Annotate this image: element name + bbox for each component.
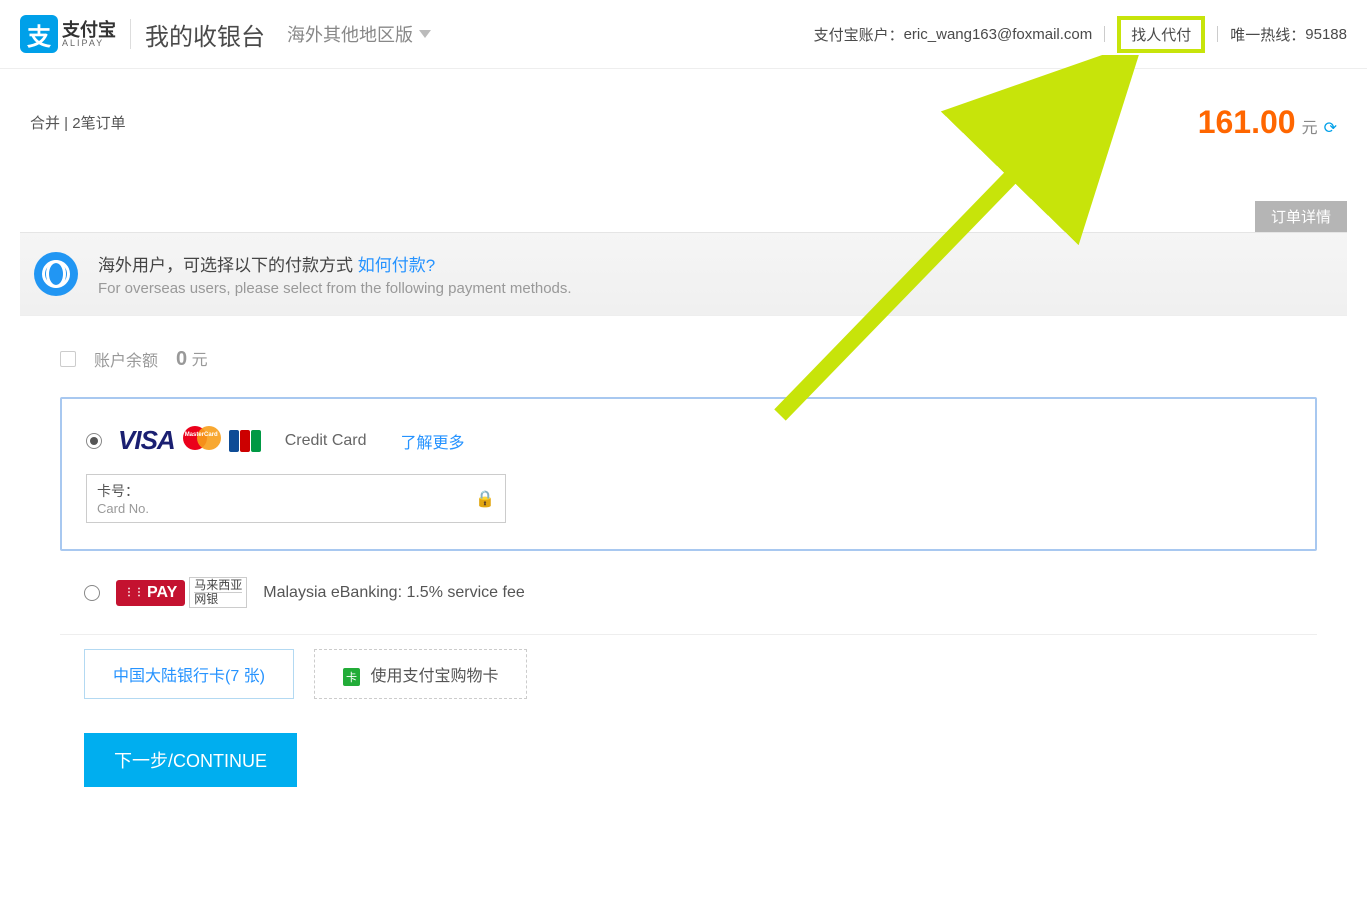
find-someone-pay-link[interactable]: 找人代付: [1117, 16, 1205, 53]
credit-card-radio[interactable]: [86, 433, 102, 449]
separator: [1217, 26, 1218, 42]
merged-orders-label: 合并 | 2笔订单: [30, 112, 126, 133]
balance-unit: 元: [192, 352, 208, 369]
order-summary-row: 合并 | 2笔订单 161.00 元 ⟳: [20, 69, 1347, 151]
overseas-text-en: For overseas users, please select from t…: [98, 280, 572, 297]
mypay-logo: ⋮⋮PAY 马来西亚网银: [116, 577, 247, 608]
visa-logo: VISA: [118, 425, 175, 456]
refresh-icon[interactable]: ⟳: [1324, 118, 1337, 138]
hotline-label: 唯一热线：: [1230, 24, 1305, 45]
mainland-card-button[interactable]: 中国大陆银行卡(7 张): [84, 649, 294, 699]
how-to-pay-link[interactable]: 如何付款?: [358, 256, 435, 275]
logo-cn: 支付宝: [62, 21, 116, 39]
account-email: eric_wang163@foxmail.com: [904, 26, 1093, 43]
learn-more-link[interactable]: 了解更多: [401, 429, 465, 453]
header: 支 支付宝 ALIPAY 我的收银台 海外其他地区版 支付宝账户： eric_w…: [0, 0, 1367, 69]
page-title: 我的收银台: [145, 17, 265, 52]
balance-value: 0: [176, 348, 187, 370]
balance-label: 账户余额: [94, 347, 158, 371]
divider: [130, 19, 131, 49]
alipay-logo-icon: 支: [20, 15, 58, 53]
ebanking-label: Malaysia eBanking: 1.5% service fee: [263, 584, 524, 602]
credit-card-option: VISA MasterCard Credit Card 了解更多 卡号： Car…: [60, 397, 1317, 551]
overseas-notice: 海外用户，可选择以下的付款方式 如何付款? For overseas users…: [20, 232, 1347, 315]
overseas-text-cn: 海外用户，可选择以下的付款方式: [98, 256, 358, 275]
balance-option[interactable]: 账户余额 0 元: [60, 346, 1317, 371]
ebanking-option[interactable]: ⋮⋮PAY 马来西亚网银 Malaysia eBanking: 1.5% ser…: [60, 571, 1317, 624]
account-label: 支付宝账户：: [814, 24, 904, 45]
shopping-card-button[interactable]: 卡 使用支付宝购物卡: [314, 649, 527, 699]
hotline-number: 95188: [1305, 26, 1347, 43]
currency-label: 元: [1302, 114, 1318, 138]
order-detail-tab[interactable]: 订单详情: [1255, 201, 1347, 232]
total-amount: 161.00: [1198, 104, 1296, 141]
ebanking-radio[interactable]: [84, 585, 100, 601]
separator: [1104, 26, 1105, 42]
card-label-en: Card No.: [97, 501, 475, 516]
region-label: 海外其他地区版: [287, 21, 413, 47]
alipay-logo[interactable]: 支 支付宝 ALIPAY: [20, 15, 116, 53]
globe-icon: [34, 252, 78, 296]
jcb-logo: [229, 430, 261, 452]
logo-en: ALIPAY: [62, 39, 116, 48]
card-badge-icon: 卡: [343, 668, 360, 686]
chevron-down-icon: [419, 30, 431, 38]
credit-card-label: Credit Card: [285, 432, 367, 450]
balance-checkbox[interactable]: [60, 351, 76, 367]
card-label-cn: 卡号：: [97, 481, 475, 501]
mastercard-logo: [183, 426, 221, 450]
continue-button[interactable]: 下一步/CONTINUE: [84, 733, 297, 787]
region-dropdown[interactable]: 海外其他地区版: [287, 21, 431, 47]
card-number-input[interactable]: 卡号： Card No. 🔒: [86, 474, 506, 523]
lock-icon: 🔒: [475, 489, 495, 509]
